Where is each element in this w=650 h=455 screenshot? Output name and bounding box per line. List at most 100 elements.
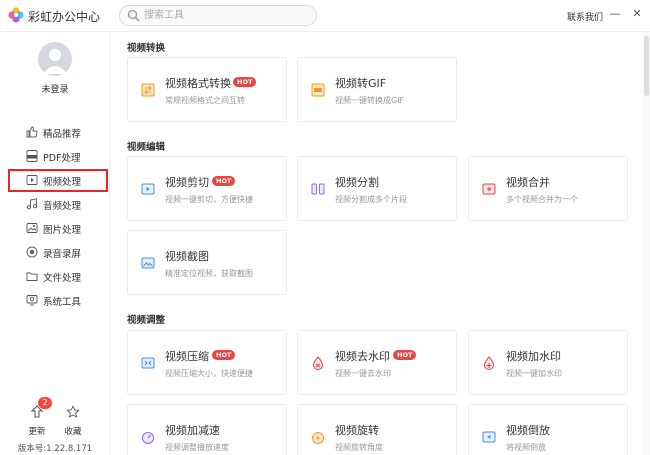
tool-card-rotate[interactable]: 视频旋转 视频旋转角度 — [297, 404, 457, 455]
hot-badge: HOT — [212, 176, 236, 186]
rotate-icon — [312, 432, 324, 444]
sidebar-item-image[interactable]: 图片处理 — [0, 216, 110, 240]
add-watermark-icon — [483, 356, 495, 370]
tool-card-cut[interactable]: 视频剪切 HOT 视频一键剪切，方便快捷 — [127, 156, 287, 221]
update-count-badge: 2 — [38, 397, 52, 409]
reverse-play-icon — [482, 431, 496, 443]
card-title: 视频格式转换 — [165, 77, 231, 90]
sidebar-item-audio[interactable]: 音频处理 — [0, 192, 110, 216]
sidebar-item-system[interactable]: 系统工具 — [0, 288, 110, 312]
speed-icon — [142, 432, 154, 444]
record-icon — [26, 246, 38, 258]
avatar[interactable] — [38, 42, 72, 76]
system-tool-icon — [26, 295, 38, 306]
search-input[interactable] — [144, 8, 309, 23]
vertical-scrollbar[interactable] — [643, 32, 650, 455]
tool-card-compress[interactable]: 视频压缩 HOT 视频压缩大小，快速便捷 — [127, 330, 287, 395]
update-button[interactable]: 更新 — [22, 404, 52, 438]
card-description: 多个视频合并为一个 — [506, 195, 578, 204]
tool-card-merge[interactable]: 视频合并 多个视频合并为一个 — [468, 156, 628, 221]
favorite-button[interactable]: 收藏 — [58, 404, 88, 438]
card-title: 视频合并 — [506, 176, 550, 189]
app-title: 彩虹办公中心 — [28, 10, 101, 24]
card-title: 视频压缩 — [165, 350, 209, 363]
card-description: 常规视频格式之间互转 — [165, 96, 245, 105]
card-title: 视频剪切 — [165, 176, 209, 189]
card-title: 视频加水印 — [506, 350, 561, 363]
card-description: 视频调整播放速度 — [165, 443, 229, 452]
tool-card-screenshot[interactable]: 视频截图 精准定位视频，获取截图 — [127, 230, 287, 295]
card-description: 视频一键剪切，方便快捷 — [165, 195, 253, 204]
sidebar-item-pdf[interactable]: PDF处理 — [0, 144, 110, 168]
search-icon — [127, 9, 140, 22]
section-title-edit: 视频编辑 — [127, 142, 166, 153]
close-button[interactable]: ✕ — [629, 6, 645, 22]
video-split-icon — [311, 183, 325, 195]
video-merge-icon — [482, 183, 496, 195]
video-cut-icon — [141, 183, 155, 195]
sidebar-item-file[interactable]: 文件处理 — [0, 264, 110, 288]
login-status[interactable]: 未登录 — [0, 82, 110, 95]
tool-card-format-convert[interactable]: 视频格式转换 HOT 常规视频格式之间互转 — [127, 57, 287, 122]
main-content: 视频转换 视频格式转换 HOT 常规视频格式之间互转 视频转GIF 视频一键转换… — [111, 32, 650, 455]
hot-badge: HOT — [212, 350, 236, 360]
sidebar-item-record[interactable]: 录音录屏 — [0, 240, 110, 264]
card-description: 视频分割成多个片段 — [335, 195, 407, 204]
card-description: 精准定位视频，获取截图 — [165, 269, 253, 278]
sidebar-item-label: PDF处理 — [43, 153, 81, 164]
card-description: 视频一键转换成GIF — [335, 96, 405, 105]
sidebar-item-label: 精品推荐 — [43, 129, 82, 140]
video-convert-icon — [141, 83, 155, 97]
hot-badge: HOT — [393, 350, 417, 360]
tool-card-to-gif[interactable]: 视频转GIF 视频一键转换成GIF — [297, 57, 457, 122]
music-note-icon — [26, 198, 38, 210]
sidebar-item-label: 录音录屏 — [43, 249, 82, 260]
tool-card-remove-watermark[interactable]: 视频去水印 HOT 视频一键去水印 — [297, 330, 457, 395]
app-window: 彩虹办公中心 联系我们 — ✕ 未登录 精品推荐 — [0, 0, 650, 455]
favorite-label: 收藏 — [64, 427, 82, 437]
folder-icon — [26, 272, 38, 281]
card-title: 视频倒放 — [506, 424, 550, 437]
scrollbar-thumb[interactable] — [644, 36, 649, 96]
sidebar-item-label: 音频处理 — [43, 201, 82, 212]
sidebar-item-label: 文件处理 — [43, 273, 82, 284]
tool-card-speed[interactable]: 视频加减速 视频调整播放速度 — [127, 404, 287, 455]
image-icon — [26, 223, 38, 233]
tool-card-add-watermark[interactable]: 视频加水印 视频一键加水印 — [468, 330, 628, 395]
sidebar-item-recommended[interactable]: 精品推荐 — [0, 120, 110, 144]
card-description: 视频一键去水印 — [335, 369, 391, 378]
tool-card-reverse[interactable]: 视频倒放 将视频倒放 — [468, 404, 628, 455]
sidebar-nav: 精品推荐 PDF处理 视频处理 音频处理 图片处理 录音录屏 文件处理 系统工具 — [0, 120, 110, 312]
card-title: 视频截图 — [165, 250, 209, 263]
user-icon — [43, 49, 67, 74]
card-title: 视频转GIF — [335, 77, 387, 90]
sidebar-item-label: 系统工具 — [43, 297, 82, 308]
card-description: 视频一键加水印 — [506, 369, 562, 378]
version-label: 版本号:1.22.8.171 — [17, 444, 93, 454]
sidebar-item-label: 视频处理 — [43, 177, 82, 188]
video-screenshot-icon — [141, 257, 155, 269]
tool-card-split[interactable]: 视频分割 视频分割成多个片段 — [297, 156, 457, 221]
section-title-convert: 视频转换 — [127, 43, 166, 54]
video-icon — [26, 175, 38, 185]
minimize-button[interactable]: — — [607, 6, 623, 22]
sidebar-item-label: 图片处理 — [43, 225, 82, 236]
title-bar: 彩虹办公中心 联系我们 — ✕ — [0, 0, 650, 32]
video-compress-icon — [141, 357, 155, 369]
hot-badge: HOT — [233, 77, 257, 87]
contact-us-link[interactable]: 联系我们 — [567, 10, 603, 23]
card-title: 视频去水印 — [335, 350, 390, 363]
thumbs-up-icon — [26, 126, 38, 138]
gif-icon — [311, 83, 325, 97]
search-box[interactable] — [119, 5, 317, 26]
remove-watermark-icon — [312, 356, 324, 370]
pdf-icon — [26, 150, 38, 162]
card-title: 视频加减速 — [165, 424, 220, 437]
sidebar: 未登录 精品推荐 PDF处理 视频处理 音频处理 图片处理 录音录屏 文件处理 … — [0, 32, 110, 455]
card-title: 视频旋转 — [335, 424, 379, 437]
section-title-adjust: 视频调整 — [127, 315, 166, 326]
rainbow-logo-icon — [8, 7, 24, 23]
card-description: 视频压缩大小，快速便捷 — [165, 369, 253, 378]
card-title: 视频分割 — [335, 176, 379, 189]
sidebar-item-video[interactable]: 视频处理 — [0, 168, 110, 192]
